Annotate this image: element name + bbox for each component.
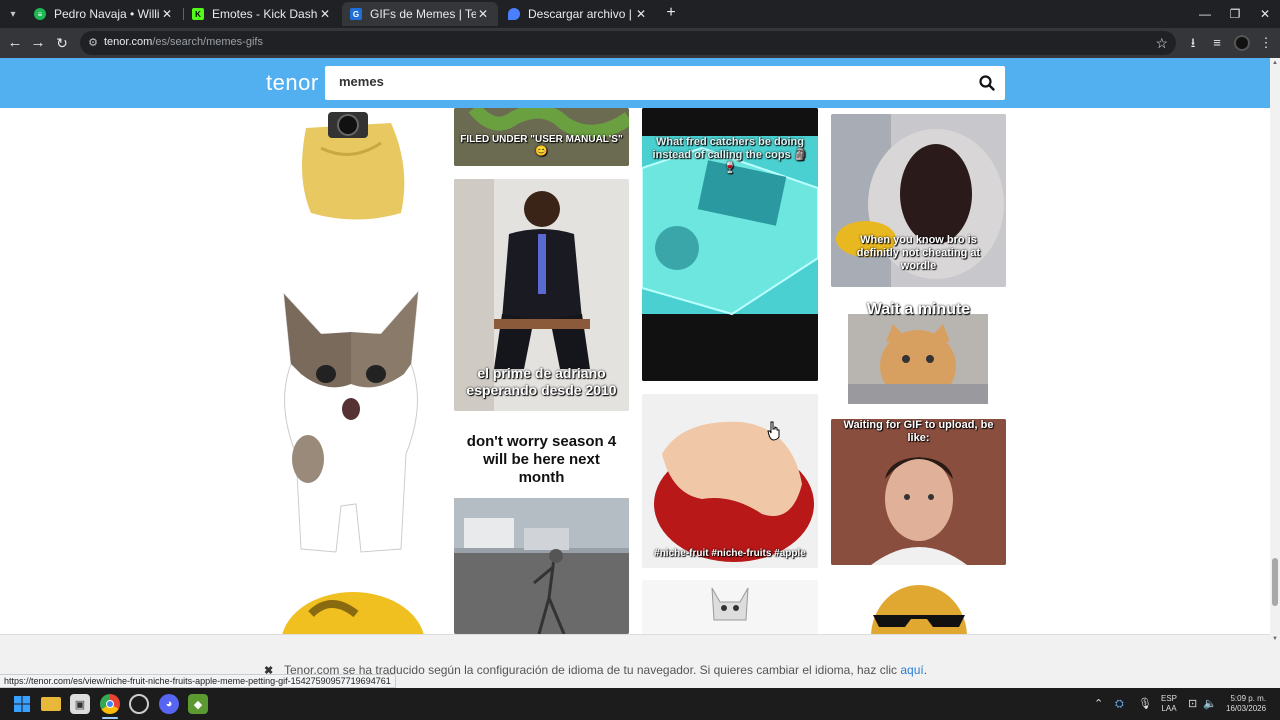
browser-toolbar: ← → ↻ ⚙ tenor.com/es/search/memes-gifs ☆…: [0, 28, 1280, 58]
windows-taskbar: ▣ ◕ ◆ ⌃ ⛭ 🎙 ESP LAA ⊡ 🔈 5:09 p. m. 16/03…: [0, 688, 1280, 720]
search-icon[interactable]: [977, 73, 997, 93]
hand-cursor-icon: [767, 421, 780, 441]
wait-cat-image: [848, 314, 988, 404]
gif-caption: Wait a minute: [866, 301, 971, 318]
gif-thumbnail[interactable]: Waiting for GIF to upload, be like:: [831, 419, 1006, 565]
gif-thumbnail[interactable]: [266, 108, 440, 230]
tab-search-chevron-icon[interactable]: ▾: [4, 5, 22, 23]
close-window-button[interactable]: ✕: [1250, 4, 1280, 24]
scroll-thumb[interactable]: [1272, 558, 1278, 606]
microphone-icon[interactable]: 🎙: [1138, 697, 1152, 711]
gif-thumbnail[interactable]: What fred catchers be doing instead of c…: [642, 108, 818, 381]
tab-label: GIFs de Memes | Tenor: [370, 7, 476, 21]
gif-caption: Waiting for GIF to upload, be like:: [843, 419, 994, 445]
layout-code: LAA: [1161, 704, 1177, 713]
tab-tenor[interactable]: G GIFs de Memes | Tenor ✕: [342, 2, 498, 26]
gif-caption: #niche-fruit #niche-fruits #apple: [654, 548, 806, 559]
gif-thumbnail[interactable]: #niche-fruit #niche-fruits #apple: [642, 394, 818, 568]
search-input[interactable]: [339, 74, 939, 89]
cat-statue-image: [642, 580, 818, 634]
discord-icon[interactable]: ◕: [159, 694, 179, 714]
gif-thumbnail[interactable]: When you know bro is definitly not cheat…: [831, 114, 1006, 287]
gif-thumbnail[interactable]: don't worry season 4 will be here next m…: [454, 425, 629, 634]
restore-button[interactable]: ❐: [1220, 4, 1250, 24]
tab-label: Pedro Navaja • Willie Colón, Rubén: [54, 7, 160, 21]
page-scrollbar[interactable]: ▲ ▼: [1270, 58, 1280, 688]
volume-icon[interactable]: 🔈: [1203, 697, 1217, 711]
language-code: ESP: [1161, 694, 1178, 703]
gif-caption: don't worry season 4 will be here next m…: [466, 433, 617, 486]
search-box: [325, 66, 1005, 100]
kick-icon: K: [192, 8, 204, 20]
back-button[interactable]: ←: [5, 33, 25, 53]
clock-time: 5:09 p. m.: [1230, 694, 1267, 703]
url-path: /es/search/memes-gifs: [152, 36, 263, 48]
scroll-up-arrow-icon[interactable]: ▲: [1271, 60, 1279, 68]
address-bar[interactable]: ⚙ tenor.com/es/search/memes-gifs ☆: [80, 31, 1176, 55]
profile-avatar[interactable]: [1234, 35, 1250, 51]
link-preview-status: https://tenor.com/es/view/niche-fruit-ni…: [0, 674, 396, 688]
gif-caption: When you know bro is definitly not cheat…: [856, 234, 981, 273]
menu-kebab-icon[interactable]: ⋮: [1258, 35, 1274, 51]
close-tab-icon[interactable]: ✕: [476, 7, 490, 21]
skeleton-waiting-image: [454, 498, 629, 634]
minimize-button[interactable]: —: [1190, 4, 1220, 24]
clock-date: 16/03/2026: [1226, 704, 1267, 713]
gif-thumbnail[interactable]: [266, 574, 440, 634]
close-tab-icon[interactable]: ✕: [160, 7, 174, 21]
tenor-logo[interactable]: tenor: [266, 70, 319, 96]
tray-overflow-chevron-icon[interactable]: ⌃: [1094, 697, 1103, 711]
gif-thumbnail[interactable]: [831, 577, 1006, 634]
close-tab-icon[interactable]: ✕: [634, 7, 648, 21]
new-tab-button[interactable]: +: [662, 5, 680, 23]
input-language[interactable]: ESP LAA: [1161, 694, 1177, 714]
gif-thumbnail[interactable]: [266, 274, 440, 554]
windows-start-icon[interactable]: [12, 694, 32, 714]
doge-sunglasses-image: [831, 577, 1006, 634]
tenor-icon: G: [350, 8, 362, 20]
media-control-icon[interactable]: ≡: [1209, 35, 1225, 51]
steam-tray-icon[interactable]: ⛭: [1115, 697, 1124, 711]
scroll-down-arrow-icon[interactable]: ▼: [1271, 636, 1279, 644]
obs-icon[interactable]: [129, 694, 149, 714]
reload-button[interactable]: ↻: [52, 33, 72, 53]
url-text[interactable]: tenor.com/es/search/memes-gifs: [104, 36, 263, 48]
spotify-icon: ≡: [34, 8, 46, 20]
close-tab-icon[interactable]: ✕: [318, 7, 332, 21]
gif-thumbnail[interactable]: el prime de adriano esperando desde 2010: [454, 179, 629, 411]
site-info-icon[interactable]: ⚙: [86, 36, 100, 50]
banner-period: .: [923, 663, 928, 677]
niche-apple-image: [642, 394, 818, 568]
site-header: tenor: [0, 58, 1270, 108]
tab-label: Descargar archivo | iLoveIMG: [528, 7, 634, 21]
tab-spotify[interactable]: ≡ Pedro Navaja • Willie Colón, Rubén ✕: [26, 2, 182, 26]
gif-thumbnail[interactable]: Wait a minute: [831, 298, 1006, 406]
gif-thumbnail[interactable]: [642, 580, 818, 634]
url-domain: tenor.com: [104, 36, 153, 48]
tab-strip: ▾ ≡ Pedro Navaja • Willie Colón, Rubén ✕…: [0, 0, 1280, 28]
system-clock[interactable]: 5:09 p. m. 16/03/2026: [1226, 694, 1266, 714]
gif-caption: What fred catchers be doing instead of c…: [652, 136, 808, 175]
minecraft-icon[interactable]: ◆: [188, 694, 208, 714]
bookmark-star-icon[interactable]: ☆: [1155, 35, 1168, 51]
gif-thumbnail[interactable]: FILED UNDER "USER MANUAL'S" 😊: [454, 108, 629, 166]
gif-caption: FILED UNDER "USER MANUAL'S" 😊: [460, 134, 623, 157]
tab-label: Emotes - Kick Dashboard: [212, 7, 318, 21]
active-app-indicator: [102, 717, 118, 719]
downloads-icon[interactable]: ⭳: [1185, 35, 1201, 51]
forward-button[interactable]: →: [28, 33, 48, 53]
tab-iloveimg[interactable]: Descargar archivo | iLoveIMG ✕: [500, 2, 656, 26]
yellow-emoji-image: [282, 592, 424, 634]
chrome-icon[interactable]: [100, 694, 120, 714]
screen-tool-icon[interactable]: ▣: [70, 694, 90, 714]
page-viewport: FILED UNDER "USER MANUAL'S" 😊 el prime d…: [0, 58, 1280, 688]
yellow-bag-camera-image: [302, 112, 405, 220]
singing-cat-image: [283, 290, 419, 553]
tab-kick[interactable]: K Emotes - Kick Dashboard ✕: [184, 2, 340, 26]
iloveimg-icon: [508, 8, 520, 20]
gif-caption: el prime de adriano esperando desde 2010: [466, 365, 617, 398]
file-explorer-icon[interactable]: [41, 697, 61, 711]
network-icon[interactable]: ⊡: [1188, 697, 1197, 711]
change-language-link[interactable]: aquí: [900, 663, 923, 677]
